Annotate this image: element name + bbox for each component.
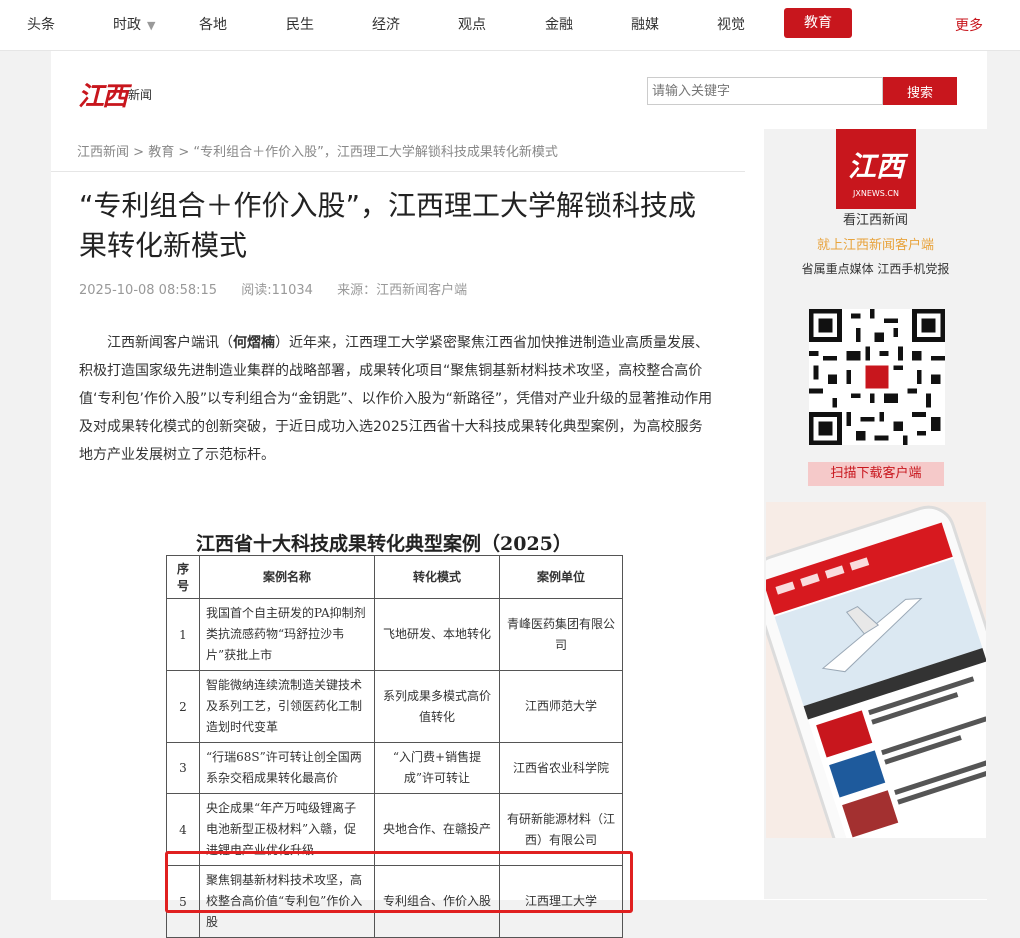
phone-mockup-icon <box>766 505 986 838</box>
case-name: “行瑞68S”许可转让创全国两系杂交稻成果转化最高价 <box>199 742 375 794</box>
row-index: 1 <box>166 598 200 671</box>
table-title: 江西省十大科技成果转化典型案例（2025） <box>196 533 572 555</box>
case-mode: 飞地研发、本地转化 <box>374 598 500 671</box>
top-nav: 头条 时政 ▼ 各地 民生 经济 观点 金融 融媒 视觉 教育 更多 <box>0 0 1020 51</box>
qr-code-icon <box>809 309 945 445</box>
app-logo[interactable]: 江西 JXNEWS.CN <box>836 129 916 209</box>
article-source: 来源：江西新闻客户端 <box>337 283 468 298</box>
download-app-button[interactable]: 扫描下载客户端 <box>808 462 944 486</box>
nav-more-link[interactable]: 更多 <box>955 15 983 35</box>
table-row: 2 智能微纳连续流制造关键技术及系列工艺，引领医药化工制造划时代变革 系列成果多… <box>166 670 623 743</box>
breadcrumb-education[interactable]: 教育 <box>148 145 174 160</box>
nav-item-guandian[interactable]: 观点 <box>458 14 486 34</box>
chevron-down-icon: ▼ <box>147 19 156 32</box>
row-index: 2 <box>166 670 200 743</box>
article-meta: 2025-10-08 08:58:15 阅读:11034 来源：江西新闻客户端 <box>79 279 487 298</box>
case-name: 智能微纳连续流制造关键技术及系列工艺，引领医药化工制造划时代变革 <box>199 670 375 743</box>
case-mode: “入门费+销售提成”许可转让 <box>374 742 500 794</box>
search-button[interactable]: 搜索 <box>883 77 957 105</box>
sidebar-slogan: 看江西新闻 <box>842 213 908 228</box>
case-unit: 青峰医药集团有限公司 <box>499 598 623 671</box>
logo-subtext: 新闻 <box>128 88 153 102</box>
nav-item-rongmei[interactable]: 融媒 <box>631 14 659 34</box>
nav-item-shijue[interactable]: 视觉 <box>717 14 745 34</box>
table-row: 4 央企成果“年产万吨级锂离子电池新型正极材料”入赣，促进锂电产业优化升级 央地… <box>166 793 623 866</box>
article-title: “专利组合＋作价入股”，江西理工大学解锁科技成果转化新模式 <box>79 189 697 262</box>
case-unit: 江西理工大学 <box>499 865 623 938</box>
case-mode: 央地合作、在赣投产 <box>374 793 500 866</box>
row-index: 3 <box>166 742 200 794</box>
table-row: 1 我国首个自主研发的PA抑制剂类抗流感药物“玛舒拉沙韦片”获批上市 飞地研发、… <box>166 598 623 671</box>
column-header: 转化模式 <box>374 555 500 599</box>
nav-item-jiaoyu[interactable]: 教育 <box>784 8 852 38</box>
body-text: ）近年来，江西理工大学紧密聚焦江西省加快推进制造业高质量发展、积极打造国家级先进… <box>79 335 713 463</box>
column-header: 案例名称 <box>199 555 375 599</box>
nav-item-shizheng[interactable]: 时政 ▼ <box>113 14 155 34</box>
article-image-table: 江西省十大科技成果转化典型案例（2025） 序号 案例名称 转化模式 案例单位 … <box>165 521 636 938</box>
breadcrumb-home[interactable]: 江西新闻 <box>77 145 129 160</box>
case-mode: 专利组合、作价入股 <box>374 865 500 938</box>
case-name: 我国首个自主研发的PA抑制剂类抗流感药物“玛舒拉沙韦片”获批上市 <box>199 598 375 671</box>
body-author: 何熠楠 <box>233 335 275 351</box>
case-name: 聚焦铜基新材料技术攻坚，高校整合高价值“专利包”作价入股 <box>199 865 375 938</box>
breadcrumb: 江西新闻 > 教育 > “专利组合＋作价入股”，江西理工大学解锁科技成果转化新模… <box>77 141 558 160</box>
row-index: 4 <box>166 793 200 866</box>
table-row: 3 “行瑞68S”许可转让创全国两系杂交稻成果转化最高价 “入门费+销售提成”许… <box>166 742 623 794</box>
logo-mark: 江西 <box>78 82 128 112</box>
app-logo-subtext: JXNEWS.CN <box>853 189 899 198</box>
case-unit: 江西师范大学 <box>499 670 623 743</box>
search-input[interactable] <box>647 77 883 105</box>
app-promo-image[interactable] <box>766 502 986 838</box>
sidebar: 江西 JXNEWS.CN 看江西新闻 就上江西新闻客户端 省属重点媒体 江西手机… <box>764 129 987 899</box>
case-unit: 有研新能源材料（江西）有限公司 <box>499 793 623 866</box>
cases-table: 序号 案例名称 转化模式 案例单位 1 我国首个自主研发的PA抑制剂类抗流感药物… <box>166 555 623 938</box>
nav-item-jingji[interactable]: 经济 <box>372 14 400 34</box>
column-header: 序号 <box>166 555 200 599</box>
case-name: 央企成果“年产万吨级锂离子电池新型正极材料”入赣，促进锂电产业优化升级 <box>199 793 375 866</box>
breadcrumb-separator: > <box>129 145 149 160</box>
case-mode: 系列成果多模式高价值转化 <box>374 670 500 743</box>
app-logo-mark: 江西 <box>847 150 904 183</box>
body-prefix: 江西新闻客户端讯（ <box>107 335 233 351</box>
column-header: 案例单位 <box>499 555 623 599</box>
nav-item-gedi[interactable]: 各地 <box>199 14 227 34</box>
article-date: 2025-10-08 08:58:15 <box>79 283 218 298</box>
article-body: 江西新闻客户端讯（何熠楠）近年来，江西理工大学紧密聚焦江西省加快推进制造业高质量… <box>79 329 715 469</box>
sidebar-app-promo: 就上江西新闻客户端 <box>816 238 934 253</box>
article-reads: 阅读:11034 <box>241 283 313 298</box>
sidebar-tagline: 省属重点媒体 江西手机党报 <box>801 262 950 276</box>
row-index: 5 <box>166 865 200 938</box>
nav-item-minsheng[interactable]: 民生 <box>286 14 314 34</box>
table-header-row: 序号 案例名称 转化模式 案例单位 <box>166 555 623 599</box>
breadcrumb-current: “专利组合＋作价入股”，江西理工大学解锁科技成果转化新模式 <box>193 145 558 160</box>
page-container: 江西新闻 搜索 江西新闻 > 教育 > “专利组合＋作价入股”，江西理工大学解锁… <box>51 51 987 938</box>
nav-item-toutiao[interactable]: 头条 <box>27 14 55 34</box>
case-unit: 江西省农业科学院 <box>499 742 623 794</box>
divider <box>51 171 745 172</box>
breadcrumb-separator: > <box>174 145 194 160</box>
table-row-highlighted: 5 聚焦铜基新材料技术攻坚，高校整合高价值“专利包”作价入股 专利组合、作价入股… <box>166 865 623 938</box>
nav-item-jinrong[interactable]: 金融 <box>545 14 573 34</box>
nav-item-label: 时政 <box>113 17 141 33</box>
site-logo[interactable]: 江西 新闻 <box>78 76 153 112</box>
